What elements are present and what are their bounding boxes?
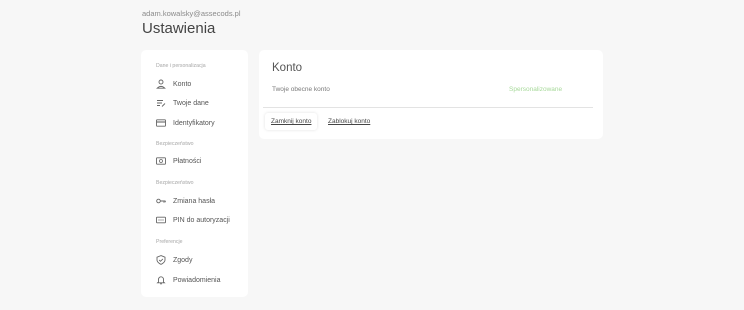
sidebar-item-account[interactable]: Konto <box>156 77 191 91</box>
key-icon <box>156 196 166 206</box>
payment-icon <box>156 156 166 166</box>
section-label-security-2: Bezpieczeństwo <box>156 180 194 186</box>
user-email: adam.kowalsky@assecods.pl <box>142 9 241 18</box>
sidebar-item-label: Konto <box>173 80 192 88</box>
divider <box>263 107 593 108</box>
account-card: Konto Twoje obecne konto Spersonalizowan… <box>259 50 603 139</box>
sidebar-item-label: Powiadomienia <box>173 276 221 284</box>
current-account-label: Twoje obecne konto <box>272 86 330 93</box>
current-account-value: Spersonalizowane <box>509 86 563 93</box>
page-title: Ustawienia <box>142 20 216 37</box>
block-account-button[interactable]: Zablokuj konto <box>322 113 376 130</box>
sidebar-item-payments[interactable]: Płatności <box>156 154 201 168</box>
section-label-security: Bezpieczeństwo <box>156 141 194 147</box>
sidebar-item-label: Twoje dane <box>173 99 209 107</box>
sidebar-item-label: PIN do autoryzacji <box>173 216 230 224</box>
section-label-preferences: Preferencje <box>156 239 183 245</box>
card-icon <box>156 118 166 128</box>
sidebar-item-label: Płatności <box>173 157 202 165</box>
sidebar-item-identifiers[interactable]: Identyfikatory <box>156 116 215 130</box>
sidebar-item-label: Zgody <box>173 256 193 264</box>
sidebar-item-label: Zmiana hasła <box>173 197 216 205</box>
edit-list-icon <box>156 98 166 108</box>
sidebar-item-change-password[interactable]: Zmiana hasła <box>156 194 215 208</box>
sidebar-item-your-data[interactable]: Twoje dane <box>156 96 209 110</box>
settings-sidebar: Dane i personalizacja Konto Twoje dane I… <box>141 50 248 297</box>
sidebar-item-label: Identyfikatory <box>173 119 215 127</box>
sidebar-item-consents[interactable]: Zgody <box>156 253 192 267</box>
account-title: Konto <box>272 62 303 74</box>
close-account-button[interactable]: Zamknij konto <box>265 113 318 130</box>
sidebar-item-pin[interactable]: PIN do autoryzacji <box>156 213 230 227</box>
section-label-data: Dane i personalizacja <box>156 63 206 69</box>
person-icon <box>156 79 166 89</box>
bell-icon <box>156 275 166 285</box>
pin-icon <box>156 215 166 225</box>
sidebar-item-notifications[interactable]: Powiadomienia <box>156 273 220 287</box>
shield-check-icon <box>156 255 166 265</box>
